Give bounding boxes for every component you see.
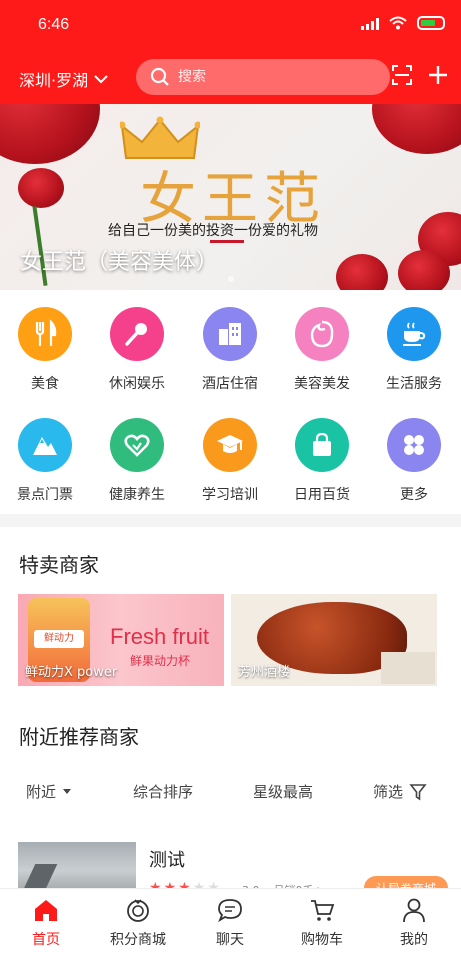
bottom-tab-bar: 首页 积分商城 聊天 购物车 我的 [0,888,461,960]
sort-label: 星级最高 [253,783,314,801]
building-icon [203,307,257,361]
rose-image [18,168,64,208]
section-title: 附近推荐商家 [19,725,139,749]
filter-icon [409,783,427,800]
category-entertainment[interactable]: 休闲娱乐 [92,307,182,393]
card-label: 鲜动力X power [25,665,118,680]
chevron-down-icon [94,75,108,84]
chat-icon [218,899,242,923]
category-more[interactable]: 更多 [369,418,459,504]
rose-image [336,254,388,290]
card-promo-title: Fresh fruit [110,624,210,649]
category-label: 健康养生 [109,487,165,503]
plus-icon[interactable] [427,64,449,86]
category-tickets[interactable]: 景点门票 [0,418,90,504]
points-icon [127,899,149,922]
merchant-list-item[interactable]: 测试 ★ ★ ★ ★ ★ 3.0 月销0千+ 认异券商城 [18,842,448,900]
rose-image [0,104,100,164]
tab-profile[interactable]: 我的 [368,897,460,949]
cart-icon [311,900,335,921]
search-input[interactable] [178,69,358,85]
category-daily-goods[interactable]: 日用百货 [277,418,367,504]
rose-image [398,250,450,290]
category-label: 日用百货 [294,487,350,503]
caret-down-icon [63,788,72,794]
category-label: 学习培训 [202,487,258,503]
coffee-cup-icon [387,307,441,361]
card-label: 芳州酒楼 [238,665,291,680]
sort-nearby[interactable]: 附近 [26,781,72,802]
category-label: 更多 [400,487,428,503]
category-food[interactable]: 美食 [0,307,90,393]
sort-label: 综合排序 [133,783,194,801]
sort-label: 筛选 [373,783,404,801]
tab-label: 聊天 [216,932,244,948]
banner-pagination [0,276,461,282]
shopping-bag-icon [295,418,349,472]
tab-label: 首页 [32,932,60,948]
category-label: 美容美发 [294,376,350,392]
card-promo-subtitle: 鲜果动力杯 [130,654,191,668]
search-icon [150,67,169,86]
category-hotel[interactable]: 酒店住宿 [185,307,275,393]
sort-label: 附近 [26,783,57,801]
category-label: 休闲娱乐 [109,376,165,392]
battery-icon [417,16,445,30]
banner-slogan: 给自己一份美的投资一份爱的礼物 [108,223,318,239]
fork-knife-icon [18,307,72,361]
tab-label: 购物车 [301,932,343,948]
header-actions [391,64,449,86]
home-icon [35,900,57,921]
card-badge: 鲜动力 [34,630,84,648]
filter-button[interactable]: 筛选 [373,781,427,802]
category-label: 景点门票 [17,487,73,503]
merchant-card[interactable]: 芳州酒楼 [231,594,437,686]
merchant-card[interactable]: 鲜动力 Fresh fruit 鲜果动力杯 鲜动力X power [18,594,224,686]
category-grid: 美食 休闲娱乐 酒店住宿 美容美发 生活服务 景点门票 健康养生 学习培训 日用… [0,290,461,514]
city-selector[interactable]: 深圳·罗湖 [19,67,108,91]
wifi-icon [389,16,407,30]
tab-points-mall[interactable]: 积分商城 [92,897,184,949]
sort-rating[interactable]: 星级最高 [253,781,313,802]
sort-comprehensive[interactable]: 综合排序 [133,781,193,802]
scan-icon[interactable] [391,64,413,86]
heart-icon [110,418,164,472]
search-box[interactable] [136,59,390,95]
category-life-service[interactable]: 生活服务 [369,307,459,393]
category-health[interactable]: 健康养生 [92,418,182,504]
sort-bar: 附近 综合排序 星级最高 筛选 [0,777,461,805]
tab-label: 积分商城 [110,932,166,948]
header: 深圳·罗湖 [0,56,461,98]
category-education[interactable]: 学习培训 [185,418,275,504]
status-bar: 6:46 [0,0,461,50]
user-icon [403,898,425,923]
merchant-name: 测试 [149,850,185,871]
tab-cart[interactable]: 购物车 [276,897,368,949]
mountain-icon [18,418,72,472]
tab-label: 我的 [400,932,428,948]
banner-caption: 女王范（美容美体） [20,250,219,275]
tab-home[interactable]: 首页 [0,897,92,949]
category-label: 生活服务 [386,376,442,392]
status-icons [361,16,445,30]
category-label: 美食 [31,376,59,392]
section-title: 特卖商家 [19,553,99,577]
signal-icon [361,16,379,30]
status-time: 6:46 [38,16,70,33]
category-beauty[interactable]: 美容美发 [277,307,367,393]
tab-chat[interactable]: 聊天 [184,897,276,949]
special-merchants-section: 特卖商家 鲜动力 Fresh fruit 鲜果动力杯 鲜动力X power 芳州… [0,527,461,709]
banner-underline [210,240,244,243]
merchant-thumbnail [18,842,136,894]
microphone-icon [110,307,164,361]
top-bar: 6:46 深圳·罗湖 [0,0,461,104]
nearby-section: 附近推荐商家 附近 综合排序 星级最高 筛选 测试 ★ ★ ★ ★ ★ 3.0 [0,709,461,900]
face-icon [295,307,349,361]
rose-image [372,104,461,154]
graduation-cap-icon [203,418,257,472]
category-label: 酒店住宿 [202,376,258,392]
promo-banner[interactable]: 女王范 给自己一份美的投资一份爱的礼物 女王范（美容美体） [0,104,461,290]
city-label: 深圳·罗湖 [19,71,89,90]
grid-more-icon [387,418,441,472]
